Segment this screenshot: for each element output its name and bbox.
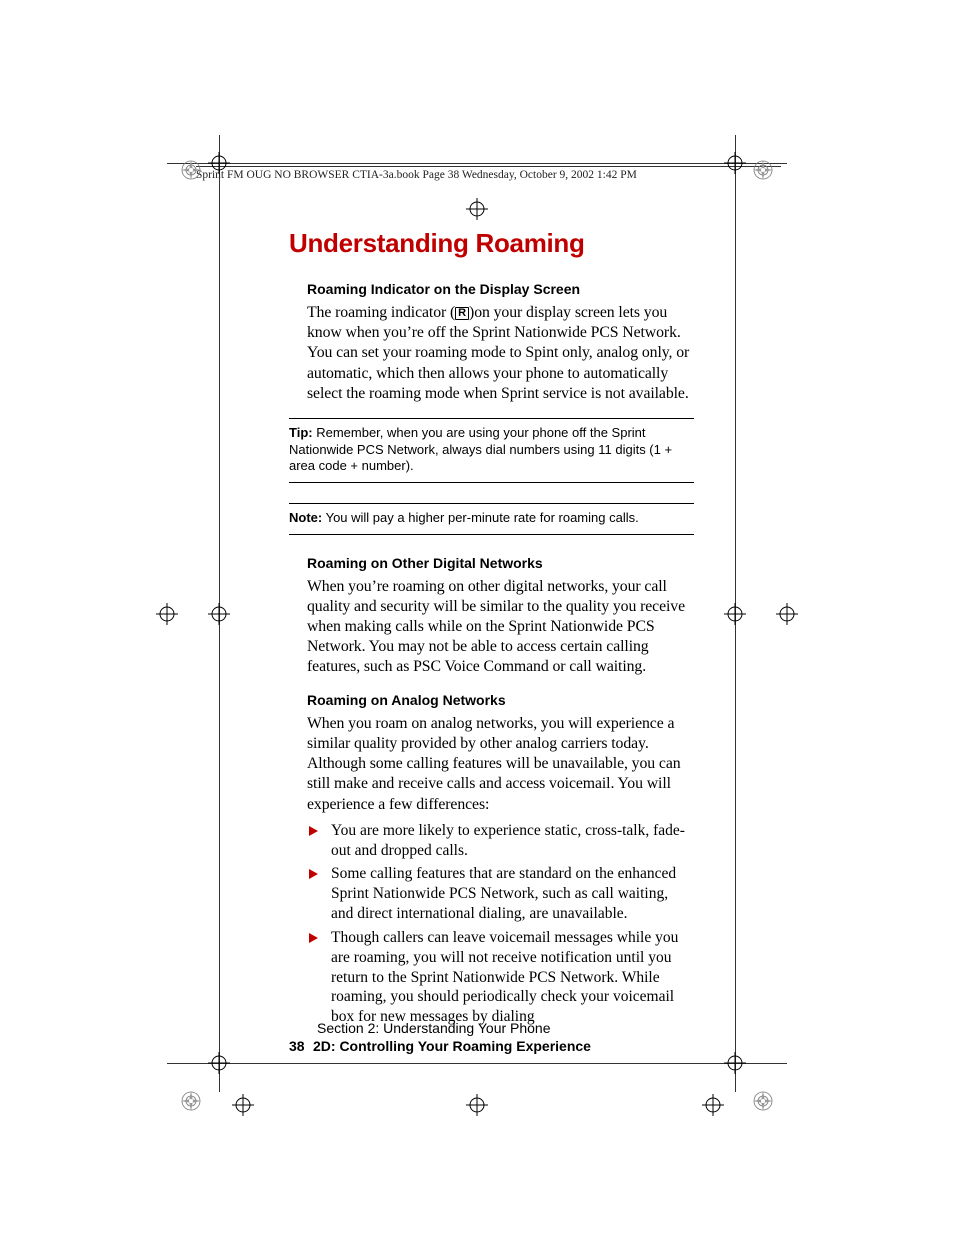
bullet-list: You are more likely to experience static… bbox=[307, 821, 694, 1027]
note-label: Note: bbox=[289, 510, 322, 525]
registration-mark-icon bbox=[232, 1094, 254, 1116]
content-area: Understanding Roaming Roaming Indicator … bbox=[289, 228, 694, 1031]
list-item: Though callers can leave voicemail messa… bbox=[307, 928, 694, 1027]
roaming-indicator-icon: R bbox=[455, 307, 469, 320]
para-s1-a: The roaming indicator ( bbox=[307, 304, 455, 321]
para-roaming-indicator: The roaming indicator (R)on your display… bbox=[307, 303, 694, 404]
subhead-roaming-indicator: Roaming Indicator on the Display Screen bbox=[307, 281, 694, 297]
footer-chapter-text: 2D: Controlling Your Roaming Experience bbox=[313, 1038, 591, 1054]
frame-rule-top bbox=[167, 163, 787, 164]
corner-ornament-icon bbox=[752, 159, 774, 181]
frame-rule-left bbox=[219, 135, 220, 1092]
subhead-other-digital: Roaming on Other Digital Networks bbox=[307, 555, 694, 571]
page-footer: Section 2: Understanding Your Phone 382D… bbox=[289, 1020, 709, 1054]
registration-mark-icon bbox=[466, 1094, 488, 1116]
corner-ornament-icon bbox=[752, 1090, 774, 1112]
running-header-text: Sprint FM OUG NO BROWSER CTIA-3a.book Pa… bbox=[196, 169, 637, 181]
registration-mark-icon bbox=[466, 198, 488, 220]
tip-callout: Tip: Remember, when you are using your p… bbox=[289, 418, 694, 483]
registration-mark-icon bbox=[776, 603, 798, 625]
footer-chapter-line: 382D: Controlling Your Roaming Experienc… bbox=[289, 1038, 709, 1054]
para-other-digital: When you’re roaming on other digital net… bbox=[307, 577, 694, 678]
subhead-analog: Roaming on Analog Networks bbox=[307, 692, 694, 708]
list-item: Some calling features that are standard … bbox=[307, 864, 694, 923]
corner-ornament-icon bbox=[180, 1090, 202, 1112]
frame-rule-bottom bbox=[167, 1063, 787, 1064]
footer-section-line: Section 2: Understanding Your Phone bbox=[317, 1020, 709, 1036]
corner-ornament-icon bbox=[180, 159, 202, 181]
registration-mark-icon bbox=[702, 1094, 724, 1116]
frame-rule-right bbox=[735, 135, 736, 1092]
note-callout: Note: You will pay a higher per-minute r… bbox=[289, 503, 694, 535]
bullet-text: You are more likely to experience static… bbox=[331, 822, 685, 859]
tip-label: Tip: bbox=[289, 425, 313, 440]
page-number: 38 bbox=[289, 1038, 313, 1054]
page: Sprint FM OUG NO BROWSER CTIA-3a.book Pa… bbox=[0, 0, 954, 1235]
tip-text: Remember, when you are using your phone … bbox=[289, 425, 672, 473]
note-text: You will pay a higher per-minute rate fo… bbox=[322, 510, 639, 525]
list-item: You are more likely to experience static… bbox=[307, 821, 694, 861]
page-title: Understanding Roaming bbox=[289, 228, 694, 259]
running-header: Sprint FM OUG NO BROWSER CTIA-3a.book Pa… bbox=[196, 166, 781, 181]
registration-mark-icon bbox=[156, 603, 178, 625]
para-analog: When you roam on analog networks, you wi… bbox=[307, 714, 694, 815]
bullet-text: Though callers can leave voicemail messa… bbox=[331, 929, 678, 1025]
bullet-text: Some calling features that are standard … bbox=[331, 865, 676, 922]
